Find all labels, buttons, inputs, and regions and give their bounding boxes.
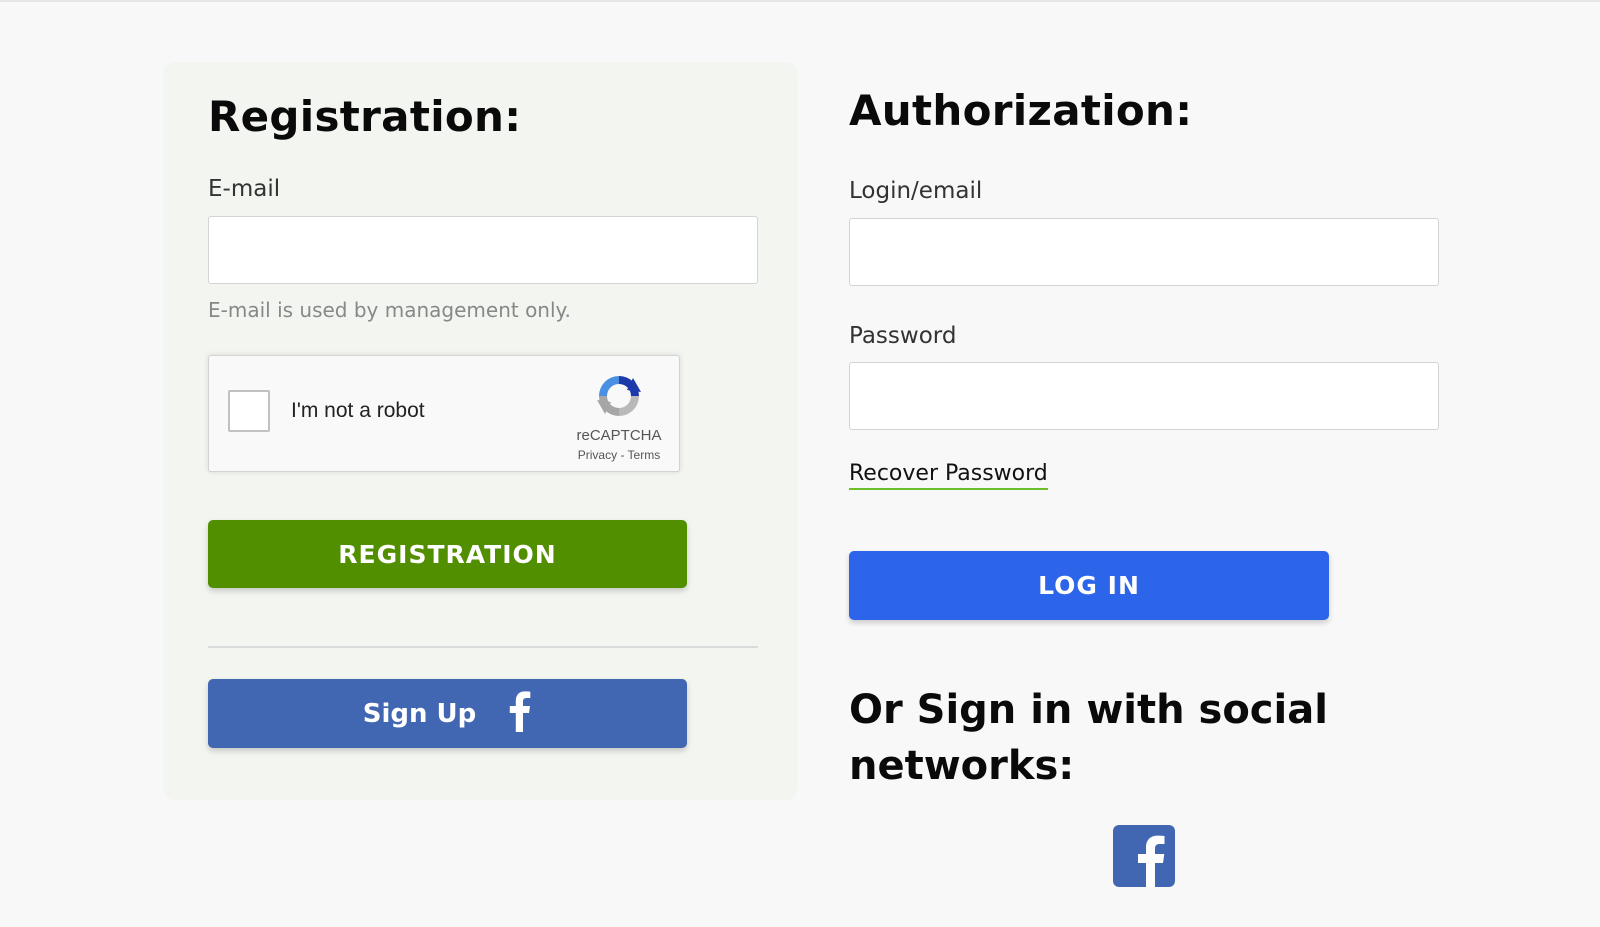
recaptcha-logo-icon xyxy=(597,376,641,416)
recaptcha-brand: reCAPTCHA xyxy=(576,427,662,444)
recaptcha-links[interactable]: Privacy - Terms xyxy=(563,448,675,462)
top-divider xyxy=(0,0,1600,2)
password-field[interactable] xyxy=(849,362,1439,430)
login-button-label: LOG IN xyxy=(1038,571,1140,600)
registration-button[interactable]: REGISTRATION xyxy=(208,520,687,588)
registration-divider xyxy=(208,646,758,648)
registration-button-label: REGISTRATION xyxy=(338,539,557,569)
login-label: Login/email xyxy=(849,178,983,204)
recover-password-link[interactable]: Recover Password xyxy=(849,460,1048,490)
password-label: Password xyxy=(849,323,957,349)
email-field[interactable] xyxy=(208,216,758,284)
registration-title: Registration: xyxy=(208,92,522,141)
facebook-signup-label: Sign Up xyxy=(362,698,477,729)
email-label: E-mail xyxy=(208,176,281,202)
recaptcha-widget: I'm not a robot reCAPTCHA Privacy - Term… xyxy=(208,355,680,472)
recaptcha-checkbox[interactable] xyxy=(228,390,270,432)
login-field[interactable] xyxy=(849,218,1439,286)
login-button[interactable]: LOG IN xyxy=(849,551,1329,620)
email-hint: E-mail is used by management only. xyxy=(208,298,571,322)
facebook-square-icon[interactable] xyxy=(1113,825,1175,887)
facebook-icon xyxy=(506,688,532,739)
social-login-title: Or Sign in with social networks: xyxy=(849,687,1328,789)
facebook-signup-button[interactable]: Sign Up xyxy=(208,679,687,748)
authorization-title: Authorization: xyxy=(849,86,1193,135)
recaptcha-label: I'm not a robot xyxy=(291,399,425,422)
